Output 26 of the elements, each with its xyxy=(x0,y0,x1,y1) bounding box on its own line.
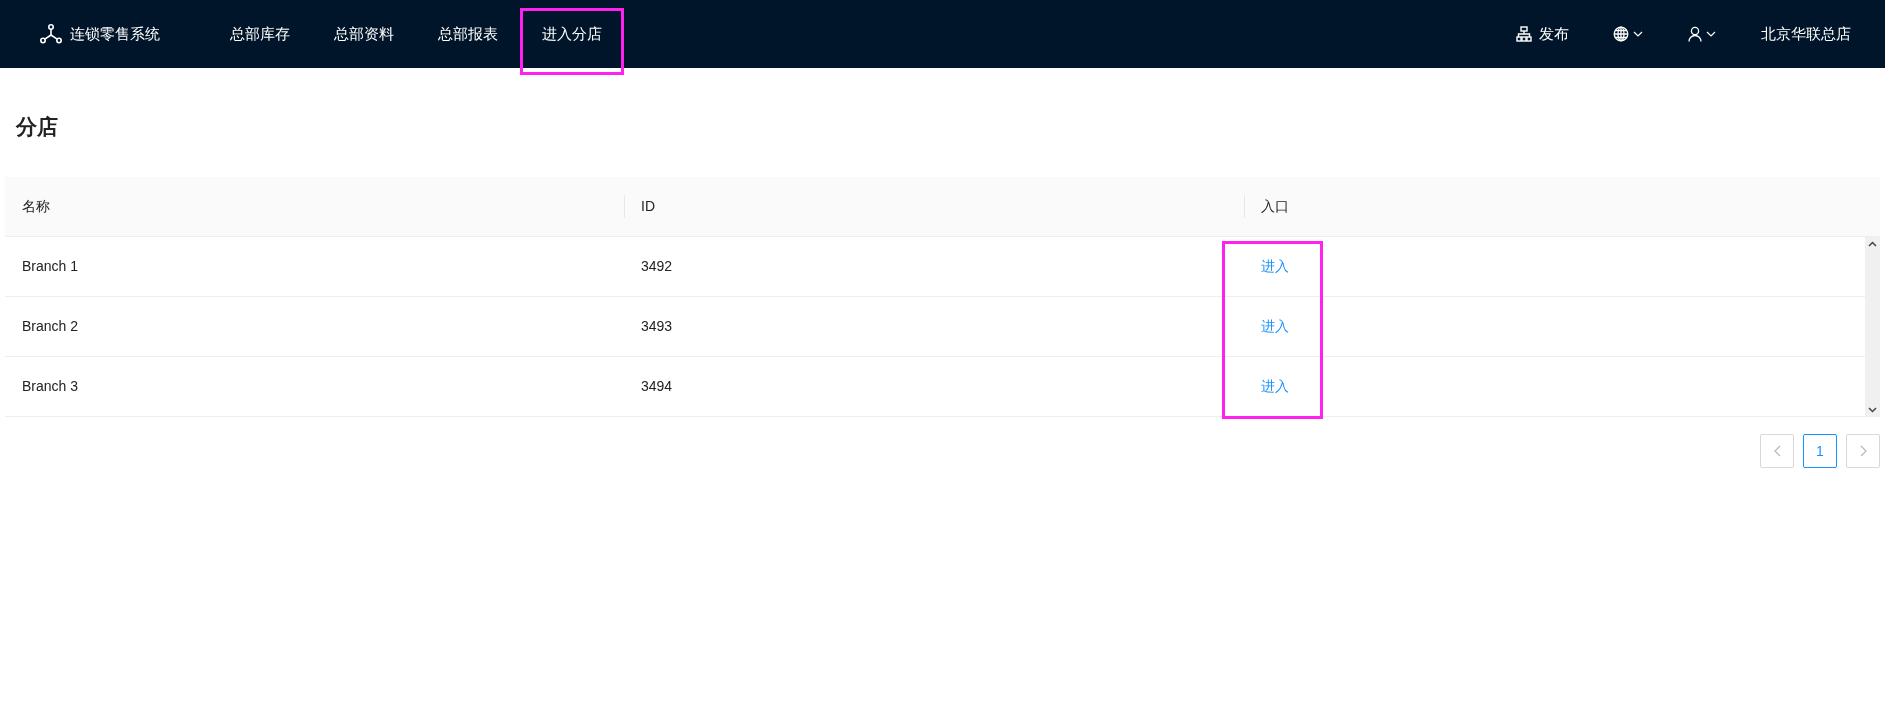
chevron-left-icon xyxy=(1773,445,1781,457)
table-cell-text: 3494 xyxy=(641,377,673,396)
store-name[interactable]: 北京华联总店 xyxy=(1761,22,1851,46)
nav-tab[interactable]: 总部资料 xyxy=(312,0,416,68)
table-cell-text: Branch 3 xyxy=(22,377,79,396)
logo-icon xyxy=(40,24,62,44)
table-cell-text: 3493 xyxy=(641,317,673,336)
nav-tab[interactable]: 总部库存 xyxy=(208,0,312,68)
scrollbar[interactable] xyxy=(1865,237,1880,417)
nav-tab[interactable]: 进入分店 xyxy=(520,0,624,68)
network-icon xyxy=(1516,26,1532,42)
column-header: 入口 xyxy=(1261,197,1289,216)
nav-tab[interactable]: 总部报表 xyxy=(416,0,520,68)
publish-button[interactable]: 发布 xyxy=(1516,22,1569,46)
chevron-up-icon[interactable] xyxy=(1868,241,1877,247)
chevron-down-icon[interactable] xyxy=(1868,407,1877,413)
column-header: 名称 xyxy=(22,197,50,216)
table-cell-text: 3492 xyxy=(641,257,673,276)
app-name: 连锁零售系统 xyxy=(70,23,160,44)
table-cell-text: Branch 1 xyxy=(22,257,79,276)
column-header: ID xyxy=(641,197,655,216)
page-title: 分店 xyxy=(14,114,59,140)
user-icon[interactable] xyxy=(1688,26,1702,42)
chevron-right-icon xyxy=(1859,445,1867,457)
table-cell-text: Branch 2 xyxy=(22,317,79,336)
globe-icon[interactable] xyxy=(1613,26,1629,42)
